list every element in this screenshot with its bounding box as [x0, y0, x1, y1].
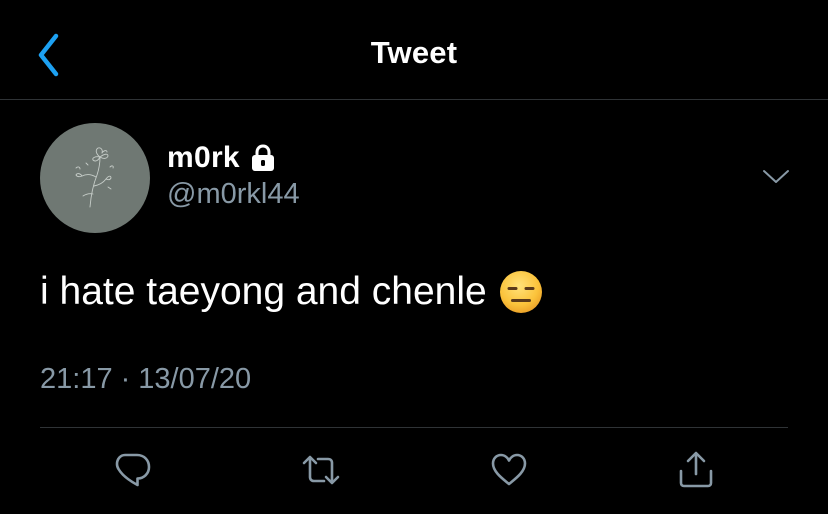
- retweet-button[interactable]: [301, 450, 341, 490]
- tweet-time: 21:17: [40, 363, 113, 395]
- share-button[interactable]: [676, 450, 716, 490]
- avatar[interactable]: [40, 123, 150, 233]
- author-handle[interactable]: @m0rkl44: [167, 178, 300, 211]
- like-button[interactable]: [489, 450, 529, 490]
- expressionless-face-emoji: [499, 271, 542, 313]
- lock-icon: [251, 144, 274, 171]
- timestamp-separator: ·: [120, 363, 131, 395]
- reply-icon: [115, 453, 151, 487]
- tweet-timestamp[interactable]: 21:17 · 13/07/20: [40, 363, 251, 396]
- author-display-name[interactable]: m0rk: [167, 141, 240, 175]
- share-icon: [679, 451, 713, 488]
- author-name-row: m0rk: [167, 140, 276, 176]
- page-title: Tweet: [370, 35, 458, 70]
- tweet-options-button[interactable]: [760, 166, 792, 188]
- tweet-date: 13/07/20: [138, 363, 252, 395]
- divider: [40, 427, 788, 428]
- flower-sketch-icon: [75, 147, 114, 208]
- reply-button[interactable]: [113, 450, 153, 490]
- retweet-icon: [302, 455, 340, 485]
- chevron-down-icon: [763, 170, 789, 183]
- tweet-text: i hate taeyong and chenle: [40, 270, 487, 313]
- top-nav-bar: Tweet: [0, 0, 828, 100]
- heart-icon: [491, 453, 527, 486]
- tweet-body: i hate taeyong and chenle: [40, 270, 543, 314]
